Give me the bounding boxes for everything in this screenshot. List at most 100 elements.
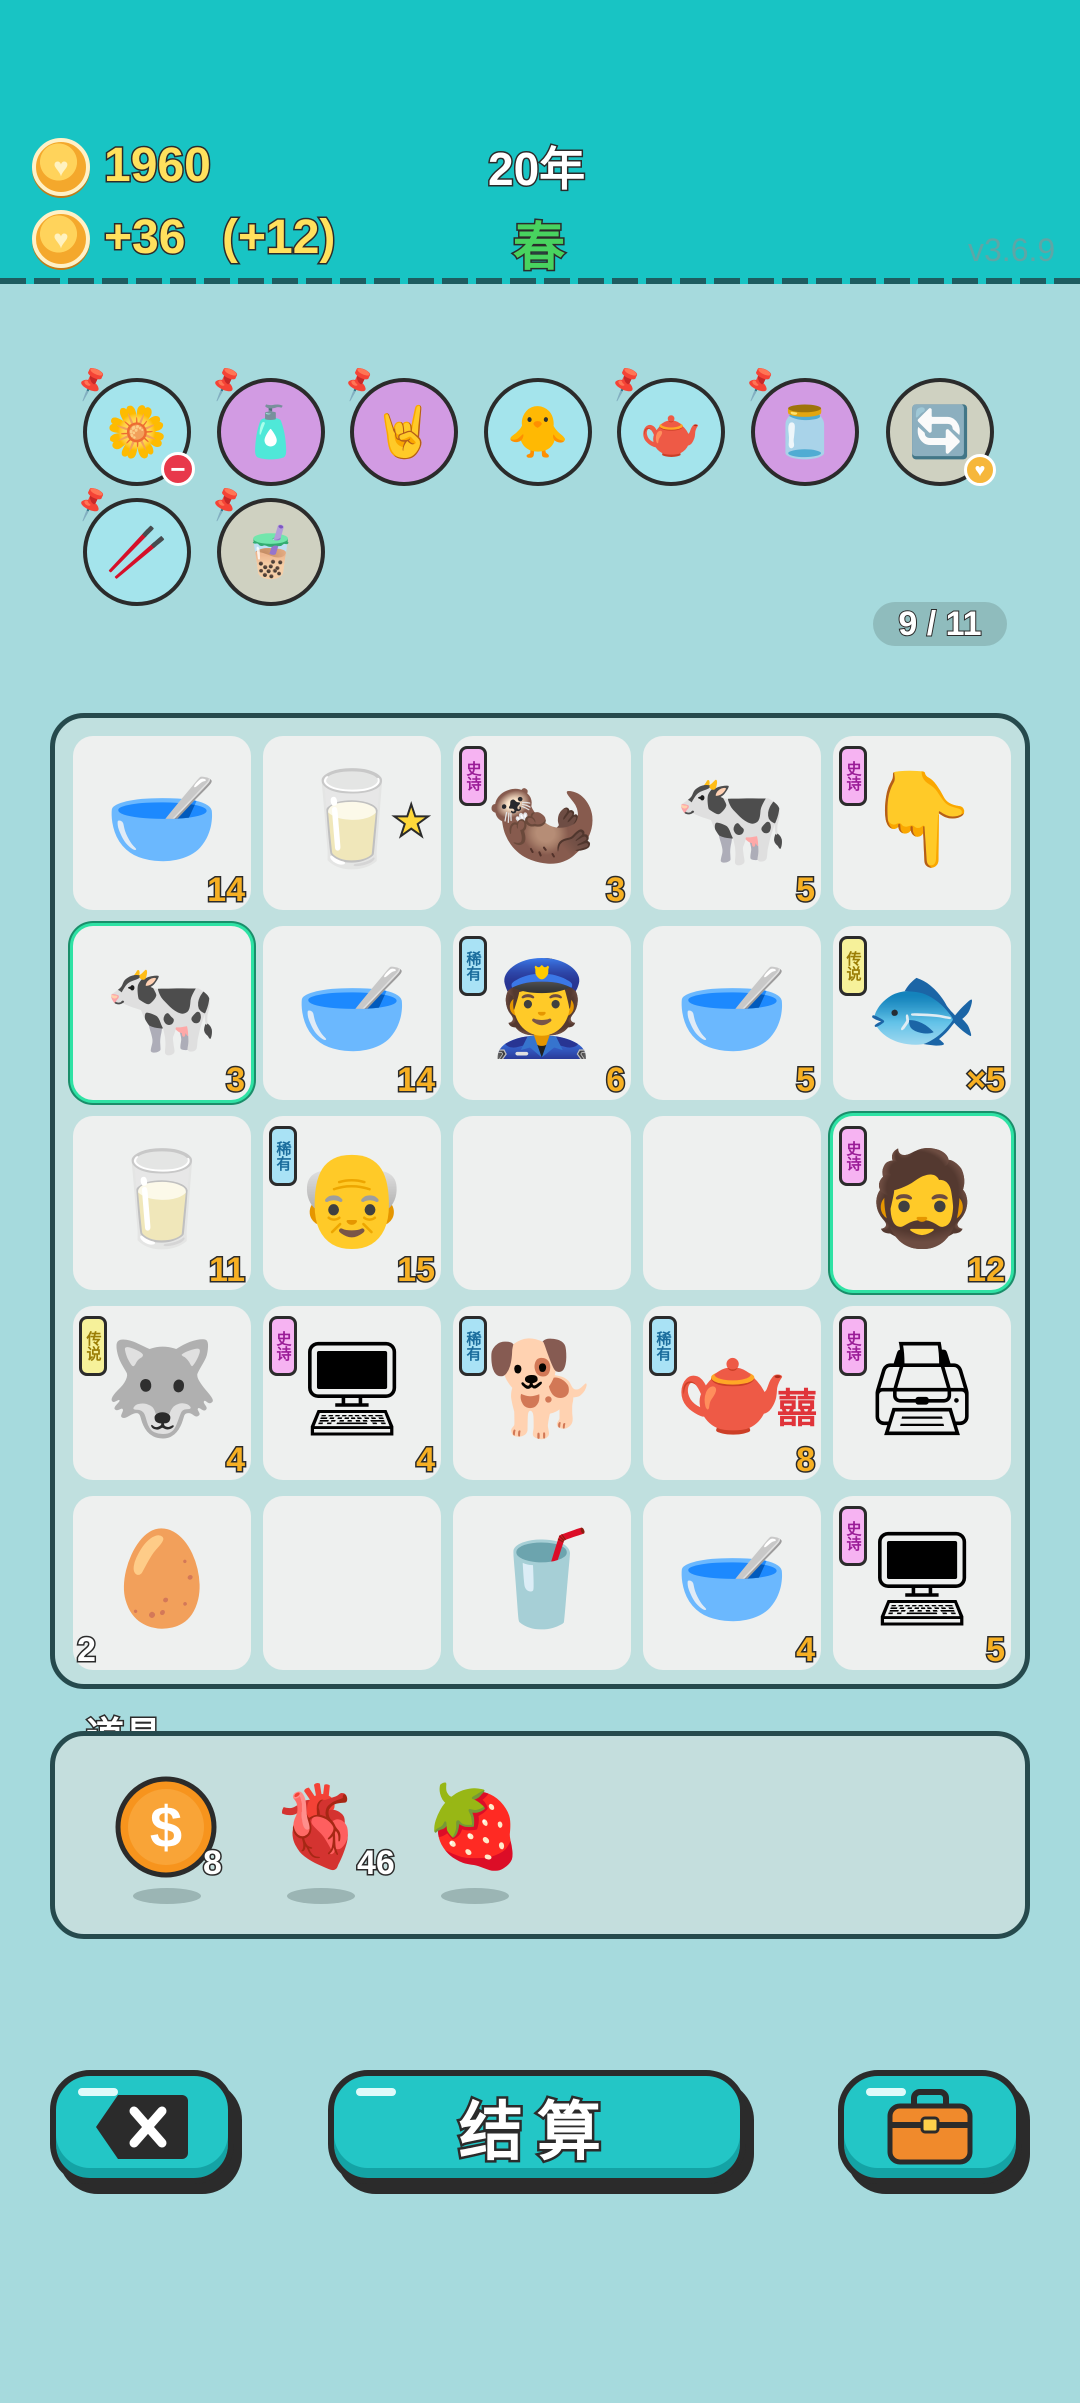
rarity-tag: 稀有 xyxy=(269,1126,297,1186)
pin-icon: 📌 xyxy=(204,363,246,403)
board-cell-cup[interactable]: 🥤 xyxy=(453,1496,631,1670)
season-label: 春 xyxy=(511,218,566,279)
income-bonus: (+12) xyxy=(220,210,336,266)
board-cell-husky-king[interactable]: 🐺 传说 4 xyxy=(73,1306,251,1481)
cup-icon: 🥤 xyxy=(484,1528,600,1630)
skill-rock-hand[interactable]: 🤘 📌 xyxy=(338,364,458,486)
cow-icon: 🐄 xyxy=(674,768,790,870)
item-count: ×5 xyxy=(965,1060,1007,1101)
egg-icon: 🥚 xyxy=(104,1528,220,1630)
board-cell-cow[interactable]: 🐄 3 xyxy=(73,926,251,1101)
strawberry-icon: 🍓 xyxy=(424,1782,524,1871)
board-cell-bowl[interactable]: 🥣 4 xyxy=(643,1496,821,1671)
pin-icon: 📌 xyxy=(70,483,112,523)
item-count: 3 xyxy=(605,870,627,911)
skill-straws[interactable]: 🥢 📌 xyxy=(71,484,191,606)
item-count: 6 xyxy=(605,1060,627,1101)
board-cell-egg[interactable]: 🥚 2 xyxy=(73,1496,251,1671)
tool-liver[interactable]: 🫀 46 xyxy=(265,1772,396,1922)
rarity-tag: 稀有 xyxy=(649,1316,677,1376)
item-count: 4 xyxy=(225,1440,247,1481)
pin-icon: 📌 xyxy=(604,363,646,403)
income-value: +36 xyxy=(102,210,186,266)
board-cell-milk-bottle[interactable]: 🥛 ★ xyxy=(263,736,441,910)
coin-icon: ♥ xyxy=(32,138,90,196)
pin-icon: 📌 xyxy=(70,363,112,403)
pin-icon: 📌 xyxy=(204,483,246,523)
bag-button[interactable] xyxy=(838,2070,1022,2184)
rarity-tag: 史诗 xyxy=(839,1506,867,1566)
rarity-tag: 史诗 xyxy=(839,1126,867,1186)
tool-shadow xyxy=(441,1888,509,1904)
board-cell-cow[interactable]: 🐄 5 xyxy=(643,736,821,911)
item-count: 4 xyxy=(795,1630,817,1671)
bowl-icon: 🥣 xyxy=(104,768,220,870)
rarity-tag: 史诗 xyxy=(839,746,867,806)
delete-button[interactable] xyxy=(50,2070,234,2184)
star-icon: ★ xyxy=(391,796,432,847)
income-coin-icon: ♥ xyxy=(32,210,90,268)
board-cell-printer[interactable]: 🖨 史诗 xyxy=(833,1306,1011,1480)
item-count: 3 xyxy=(225,1060,247,1101)
board-cell-koi-fish[interactable]: 🐟 传说 ×5 xyxy=(833,926,1011,1101)
board-cell-milk-bottle[interactable]: 🥛 11 xyxy=(73,1116,251,1291)
settle-button[interactable]: 结算 xyxy=(328,2070,746,2184)
settle-label: 结算 xyxy=(457,2094,615,2173)
empty-cell[interactable] xyxy=(643,1116,821,1290)
bubble-tea-icon: 🧋 xyxy=(239,523,303,580)
refresh-icon: 🔄 xyxy=(908,403,972,460)
rarity-tag: 传说 xyxy=(839,936,867,996)
backspace-icon xyxy=(96,2095,188,2159)
item-count: 4 xyxy=(415,1440,437,1481)
skill-refresh[interactable]: 🔄 ♥ xyxy=(886,378,996,486)
board-cell-husky[interactable]: 🐕 稀有 xyxy=(453,1306,631,1480)
empty-cell[interactable] xyxy=(263,1496,441,1670)
remove-badge-icon[interactable]: − xyxy=(161,452,195,486)
board-cell-bearded-man[interactable]: 🧔 史诗 12 xyxy=(833,1116,1011,1291)
item-count: 11 xyxy=(208,1250,247,1291)
skill-flower-pot[interactable]: 🌼 📌 − xyxy=(71,364,195,486)
board-cell-graphics-card[interactable]: 🖥 史诗 4 xyxy=(263,1306,441,1481)
pin-icon: 📌 xyxy=(738,363,780,403)
board-cell-bald-man[interactable]: 👴 稀有 15 xyxy=(263,1116,441,1291)
duck-pot-icon: 🐥 xyxy=(506,403,570,460)
board-cell-pointing-hand[interactable]: 👇 史诗 xyxy=(833,736,1011,910)
item-count: 14 xyxy=(206,870,247,911)
board-cell-bowl[interactable]: 🥣 14 xyxy=(263,926,441,1101)
rock-hand-icon: 🤘 xyxy=(372,403,436,460)
board-cell-otter[interactable]: 🦦 史诗 3 xyxy=(453,736,631,911)
heart-badge-icon: ♥ xyxy=(964,454,996,486)
skill-duck-pot[interactable]: 🐥 xyxy=(484,378,592,486)
svg-text:$: $ xyxy=(150,1795,182,1860)
jar-icon: 🫙 xyxy=(773,403,837,460)
skill-jar[interactable]: 🫙 📌 xyxy=(739,364,859,486)
tool-strawberry[interactable]: 🍓 xyxy=(419,1772,539,1922)
skill-gravy-boat[interactable]: 🫖 📌 xyxy=(605,364,725,486)
briefcase-icon xyxy=(887,2089,973,2165)
bowl-icon: 🥣 xyxy=(674,958,790,1060)
bowl-icon: 🥣 xyxy=(294,958,410,1060)
rarity-tag: 史诗 xyxy=(839,1316,867,1376)
item-count: 8 xyxy=(795,1440,817,1481)
rarity-tag: 稀有 xyxy=(459,1316,487,1376)
bowl-icon: 🥣 xyxy=(674,1528,790,1630)
skill-bubble-tea[interactable]: 🧋 📌 xyxy=(205,484,325,606)
board-cell-bowl[interactable]: 🥣 5 xyxy=(643,926,821,1101)
tool-count: 8 xyxy=(202,1843,224,1884)
board-cell-graphics-card[interactable]: 🖥 史诗 5 xyxy=(833,1496,1011,1671)
board-cell-bowl[interactable]: 🥣 14 xyxy=(73,736,251,911)
item-count: 14 xyxy=(396,1060,437,1101)
skill-spray-bottle[interactable]: 🧴 📌 xyxy=(205,364,325,486)
empty-cell[interactable] xyxy=(453,1116,631,1290)
item-count: 15 xyxy=(396,1250,437,1291)
gravy-boat-icon: 🫖 xyxy=(639,403,703,460)
flower-pot-icon: 🌼 xyxy=(105,403,169,460)
item-count: 5 xyxy=(795,870,817,911)
milk-bottle-icon: 🥛 xyxy=(104,1148,220,1250)
pin-icon: 📌 xyxy=(337,363,379,403)
tool-dollar-coin[interactable]: $8 xyxy=(111,1772,231,1922)
top-bar: ♥ 1960 ♥ +36 (+12) 20年 春 v3.6.9 xyxy=(0,0,1080,284)
board-cell-police-officer[interactable]: 👮 稀有 6 xyxy=(453,926,631,1101)
straws-icon: 🥢 xyxy=(105,523,169,580)
board-cell-teapot[interactable]: 🫖 稀有囍 8 xyxy=(643,1306,821,1481)
